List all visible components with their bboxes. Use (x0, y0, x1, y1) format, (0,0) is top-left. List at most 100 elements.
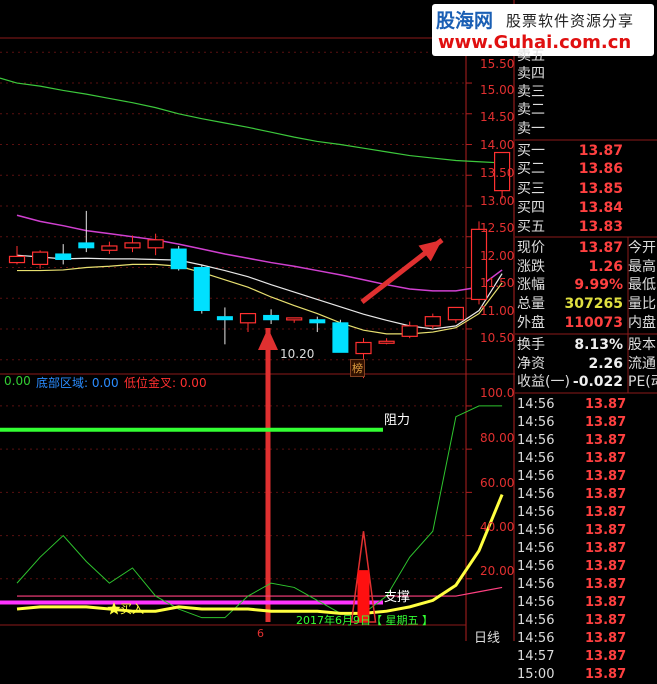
stat-label-right: 股本 (628, 337, 656, 353)
indicator-tick: 40.00 (480, 520, 515, 534)
tick-time: 14:56 (517, 613, 555, 628)
tick-price: 13.87 (585, 667, 627, 682)
price-tick: 14.50 (480, 110, 515, 124)
price-tick: 13.50 (480, 166, 515, 180)
price-tick: 15.50 (480, 57, 515, 71)
tick-time: 14:56 (517, 451, 555, 466)
tick-time: 14:56 (517, 631, 555, 646)
stat-label-right: PE(动 (628, 374, 657, 390)
period-tab[interactable]: 日线 (474, 627, 500, 646)
buy-price: 13.87 (578, 143, 623, 159)
candle-body-down (78, 242, 95, 249)
tick-price: 13.87 (585, 415, 627, 430)
candle-body-up (101, 245, 118, 251)
price-tick: 12.00 (480, 249, 515, 263)
tick-price: 13.87 (585, 469, 627, 484)
tick-time: 14:56 (517, 595, 555, 610)
tick-row: 14:57 13.87 (515, 648, 657, 666)
tick-price: 13.87 (585, 433, 627, 448)
candle-body-up (378, 340, 395, 344)
candle-body-up (355, 341, 372, 355)
x-tick-label: 6 (257, 627, 264, 640)
tick-time: 14:56 (517, 559, 555, 574)
tick-price: 13.87 (585, 595, 627, 610)
candle-body-up (31, 251, 49, 266)
sell-row: 卖二 (515, 102, 657, 119)
buy-label: 买二 (517, 161, 545, 177)
ma-green-line (16, 82, 503, 164)
stat-label-right: 量比 (628, 296, 656, 312)
tick-row: 14:56 13.87 (515, 540, 657, 558)
tick-row: 14:56 13.87 (515, 468, 657, 486)
tick-row: 14:56 13.87 (515, 396, 657, 414)
tick-price: 13.87 (585, 505, 627, 520)
candle-body-down (309, 319, 326, 324)
stat-row: 外盘 110073 内盘 (515, 315, 657, 332)
candle-body-up (447, 306, 464, 321)
stat-row: 总量 307265 量比 (515, 296, 657, 313)
price-tick: 10.50 (480, 331, 515, 345)
indicator-tick: 100.0 (480, 386, 515, 400)
buy-price: 13.86 (578, 161, 623, 177)
candle-body-down (216, 316, 233, 321)
tick-price: 13.87 (585, 649, 627, 664)
buy-label: 买五 (517, 219, 545, 235)
candle-body-down (193, 266, 210, 312)
sell-label: 卖五 (517, 48, 545, 64)
price-tick: 15.00 (480, 83, 515, 97)
tick-time: 15:00 (517, 667, 555, 682)
tick-row: 14:56 13.87 (515, 558, 657, 576)
price-tick: 11.50 (480, 276, 515, 290)
stat-label: 外盘 (517, 315, 545, 331)
tick-price: 13.87 (585, 631, 627, 646)
buy-row: 买三 13.85 (515, 181, 657, 198)
buy-label: 买三 (517, 181, 545, 197)
candle-body-down (332, 322, 349, 353)
indicator-tick: 20.00 (480, 564, 515, 578)
tick-row: 15:00 13.87 (515, 666, 657, 684)
stat-row: 换手 8.13% 股本 (515, 337, 657, 354)
tick-time: 14:56 (517, 541, 555, 556)
tick-time: 14:56 (517, 577, 555, 592)
tick-time: 14:56 (517, 469, 555, 484)
price-tick: 11.00 (480, 304, 515, 318)
indicator-value: 0.00 (4, 374, 31, 388)
tick-time: 14:56 (517, 505, 555, 520)
tick-time: 14:56 (517, 415, 555, 430)
candle-body-up (401, 325, 418, 337)
stat-label: 换手 (517, 337, 545, 353)
price-tick: 14.00 (480, 138, 515, 152)
stat-row: 净资 2.26 流通 (515, 356, 657, 373)
stat-value: -0.022 (572, 374, 623, 390)
tick-time: 14:56 (517, 523, 555, 538)
stat-label-right: 流通 (628, 356, 656, 372)
stat-label-right: 最高 (628, 259, 656, 275)
tick-row: 14:56 13.87 (515, 594, 657, 612)
buy-price: 13.83 (578, 219, 623, 235)
stat-value: 307265 (564, 296, 623, 312)
tick-price: 13.87 (585, 523, 627, 538)
buy-label: 买四 (517, 200, 545, 216)
stat-label: 现价 (517, 240, 545, 256)
sell-row: 卖三 (515, 84, 657, 101)
ma-green-line-start (0, 77, 18, 84)
tick-row: 14:56 13.87 (515, 576, 657, 594)
tick-row: 14:56 13.87 (515, 630, 657, 648)
tick-price: 13.87 (585, 487, 627, 502)
stat-label: 涨幅 (517, 277, 545, 293)
candle-body-up (286, 317, 303, 321)
price-tick: 13.00 (480, 194, 515, 208)
tick-row: 14:56 13.87 (515, 522, 657, 540)
tick-row: 14:56 13.87 (515, 486, 657, 504)
bang-badge: 榜 (350, 359, 365, 377)
tick-time: 14:56 (517, 397, 555, 412)
indicator-bottom-zone: 底部区域: 0.00 (36, 376, 119, 390)
support-label: 支撑 (384, 590, 411, 605)
stat-value: 2.26 (588, 356, 623, 372)
buy-price: 13.84 (578, 200, 623, 216)
sell-row: 卖一 (515, 121, 657, 138)
candle-body-up (239, 312, 257, 324)
sell-label: 卖一 (517, 121, 545, 137)
indicator-pink-line (17, 586, 503, 597)
stat-value: 9.99% (574, 277, 623, 293)
